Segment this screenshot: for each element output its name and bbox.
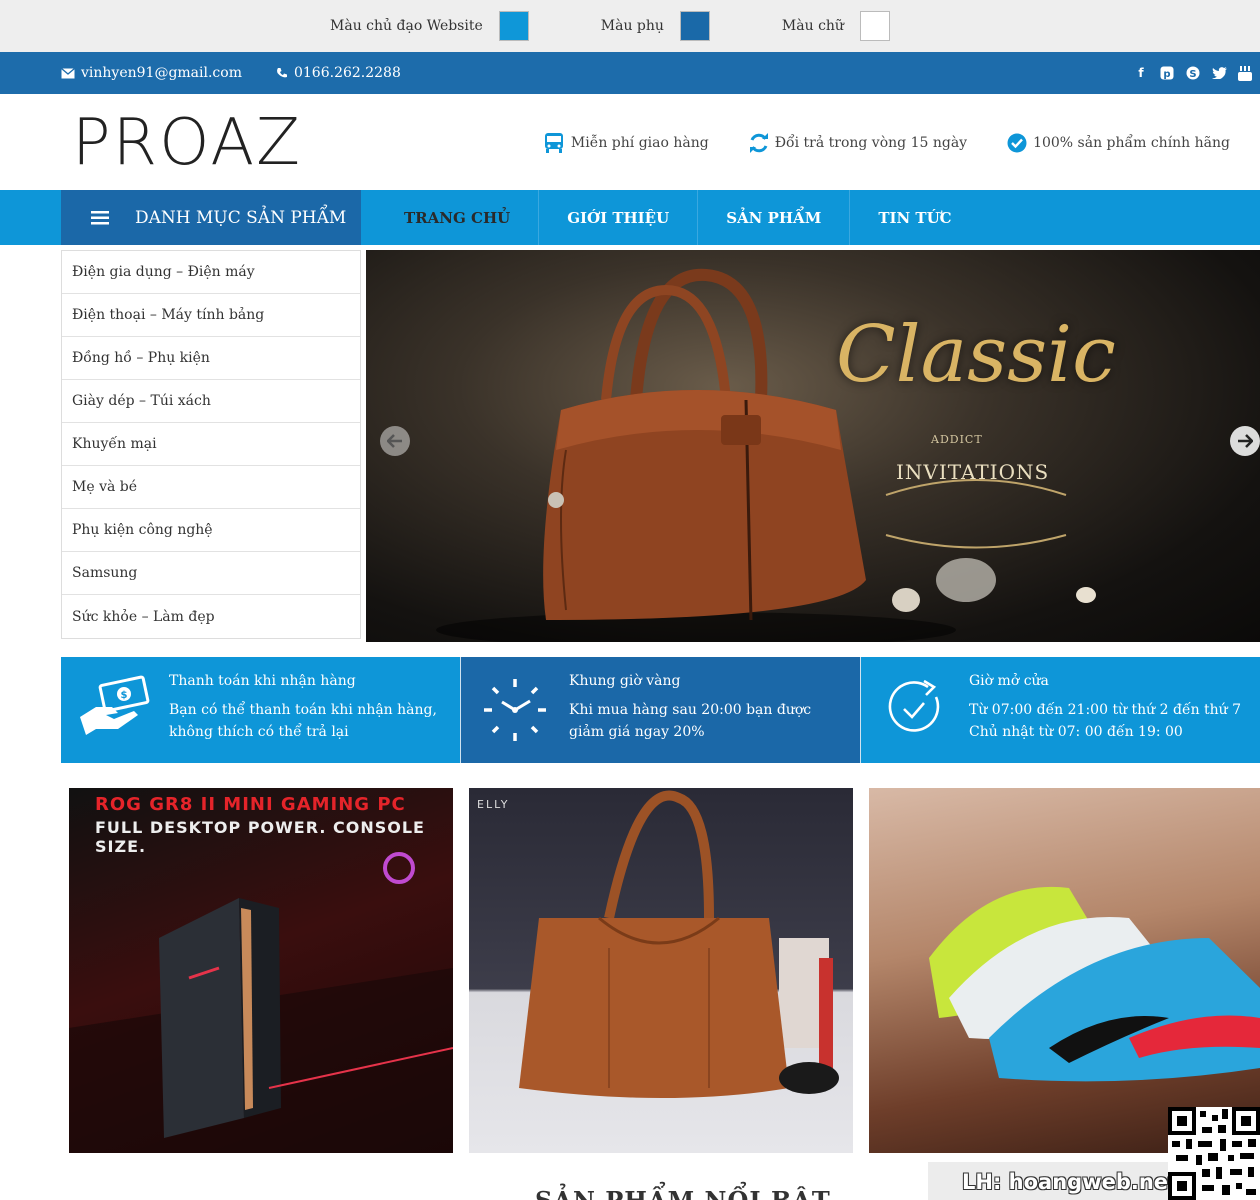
- main-nav: DANH MỤC SẢN PHẨM TRANG CHỦ GIỚI THIỆU S…: [0, 190, 1260, 245]
- watermark-text: LH: hoangweb.net: [962, 1170, 1179, 1194]
- topbar: vinhyen91@gmail.com 0166.262.2288 f p S: [0, 52, 1260, 94]
- slider-prev-button[interactable]: [380, 426, 410, 456]
- pinterest-icon[interactable]: p: [1158, 64, 1176, 82]
- category-menu-button[interactable]: DANH MỤC SẢN PHẨM: [61, 190, 361, 245]
- phone-icon: [277, 68, 287, 78]
- promo-banner-gaming-pc[interactable]: ROG GR8 II MINI GAMING PC FULL DESKTOP P…: [69, 788, 453, 1153]
- nav-news[interactable]: TIN TỨC: [850, 190, 979, 245]
- service-title: Khung giờ vàng: [569, 673, 681, 689]
- feature-label: Miễn phí giao hàng: [570, 135, 709, 151]
- check-circle-icon: [1007, 133, 1027, 153]
- text-color-label: Màu chữ: [781, 18, 844, 34]
- service-cod: $ Thanh toán khi nhận hàng Bạn có thể th…: [61, 657, 460, 763]
- feature-authentic: 100% sản phẩm chính hãng: [1007, 132, 1230, 154]
- timer-icon: [888, 679, 940, 732]
- main-color-option: Màu chủ đạo Website: [330, 11, 561, 41]
- feature-return: Đổi trả trong vòng 15 ngày: [749, 132, 967, 154]
- skype-icon[interactable]: S: [1184, 64, 1202, 82]
- site-header: PROAZ Miễn phí giao hàng Đổi trả trong v…: [0, 94, 1260, 190]
- sneakers-image: [929, 886, 1260, 1082]
- promo-banner-sneakers[interactable]: [869, 788, 1260, 1153]
- nav-home[interactable]: TRANG CHỦ: [376, 190, 540, 245]
- text-color-swatch[interactable]: [859, 11, 890, 41]
- social-links: f p S: [1124, 64, 1254, 82]
- service-desc: Khi mua hàng sau 20:00 bạn được giảm giá…: [569, 702, 812, 740]
- service-golden-hour: Khung giờ vàng Khi mua hàng sau 20:00 bạ…: [460, 657, 860, 763]
- section-heading: SẢN PHẨM NỔI BẬT: [535, 1186, 831, 1200]
- text-color-option: Màu chữ: [782, 11, 890, 41]
- facebook-icon[interactable]: f: [1132, 64, 1150, 82]
- category-item[interactable]: Đồng hồ – Phụ kiện: [62, 337, 360, 380]
- category-item[interactable]: Mẹ và bé: [62, 466, 360, 509]
- color-picker-bar: Màu chủ đạo Website Màu phụ Màu chữ: [0, 0, 1260, 52]
- email-contact[interactable]: vinhyen91@gmail.com: [61, 65, 242, 81]
- menu-bars-icon: [91, 210, 109, 224]
- site-logo[interactable]: PROAZ: [72, 106, 302, 180]
- email-text: vinhyen91@gmail.com: [81, 65, 242, 81]
- header-features: Miễn phí giao hàng Đổi trả trong vòng 15…: [543, 132, 1230, 154]
- secondary-color-label: Màu phụ: [600, 18, 664, 34]
- category-list: Điện gia dụng – Điện máy Điện thoại – Má…: [61, 250, 361, 639]
- svg-text:S: S: [1189, 69, 1196, 80]
- envelope-icon: [61, 67, 75, 78]
- youtube-icon[interactable]: [1236, 64, 1254, 82]
- phone-contact[interactable]: 0166.262.2288: [276, 65, 401, 81]
- qr-code-image: [1168, 1107, 1260, 1200]
- feature-free-shipping: Miễn phí giao hàng: [543, 132, 709, 154]
- service-desc: Từ 07:00 đến 21:00 từ thứ 2 đến thứ 7 Ch…: [969, 702, 1242, 740]
- slider-next-button[interactable]: [1230, 426, 1260, 456]
- arrow-right-icon: [1238, 434, 1253, 448]
- service-title: Thanh toán khi nhận hàng: [169, 673, 356, 689]
- handbag-image: [436, 268, 1096, 642]
- category-menu-label: DANH MỤC SẢN PHẨM: [135, 207, 347, 228]
- feature-label: Đổi trả trong vòng 15 ngày: [774, 135, 968, 151]
- category-item[interactable]: Samsung: [62, 552, 360, 595]
- feature-label: 100% sản phẩm chính hãng: [1033, 135, 1230, 151]
- bus-icon: [544, 133, 563, 153]
- gaming-pc-image: [69, 852, 453, 1153]
- refresh-icon: [749, 133, 768, 153]
- nav-products[interactable]: SẢN PHẨM: [698, 190, 851, 245]
- promo-banner-leather-bag[interactable]: ELLY: [469, 788, 853, 1153]
- twitter-icon[interactable]: [1210, 64, 1228, 82]
- clock-icon: [484, 679, 546, 741]
- category-item[interactable]: Giày dép – Túi xách: [62, 380, 360, 423]
- svg-text:p: p: [1163, 69, 1170, 80]
- slide-invitations: INVITATIONS: [896, 460, 1050, 484]
- service-desc: Bạn có thể thanh toán khi nhận hàng, khô…: [169, 702, 437, 740]
- banner-slider: Classic ADDICT INVITATIONS: [366, 250, 1260, 642]
- service-strip: $ Thanh toán khi nhận hàng Bạn có thể th…: [61, 657, 1260, 763]
- secondary-color-option: Màu phụ: [601, 11, 742, 41]
- nav-menu: TRANG CHỦ GIỚI THIỆU SẢN PHẨM TIN TỨC: [376, 190, 980, 245]
- category-item[interactable]: Điện gia dụng – Điện máy: [62, 251, 360, 294]
- category-item[interactable]: Phụ kiện công nghệ: [62, 509, 360, 552]
- cash-hand-icon: $: [80, 675, 150, 735]
- main-color-label: Màu chủ đạo Website: [330, 18, 483, 34]
- arrow-left-icon: [387, 434, 402, 448]
- service-title: Giờ mở cửa: [969, 673, 1049, 689]
- slide-title: Classic: [836, 310, 1116, 400]
- slide-subtitle: ADDICT: [931, 433, 983, 446]
- phone-text: 0166.262.2288: [293, 65, 401, 81]
- tote-bag-image: [519, 790, 839, 1098]
- category-item[interactable]: Khuyến mại: [62, 423, 360, 466]
- service-opening-hours: Giờ mở cửa Từ 07:00 đến 21:00 từ thứ 2 đ…: [860, 657, 1260, 763]
- category-item[interactable]: Điện thoại – Máy tính bảng: [62, 294, 360, 337]
- secondary-color-swatch[interactable]: [679, 11, 710, 41]
- svg-text:$: $: [121, 690, 128, 701]
- nav-about[interactable]: GIỚI THIỆU: [539, 190, 699, 245]
- main-color-swatch[interactable]: [498, 11, 529, 41]
- category-item[interactable]: Sức khỏe – Làm đẹp: [62, 595, 360, 638]
